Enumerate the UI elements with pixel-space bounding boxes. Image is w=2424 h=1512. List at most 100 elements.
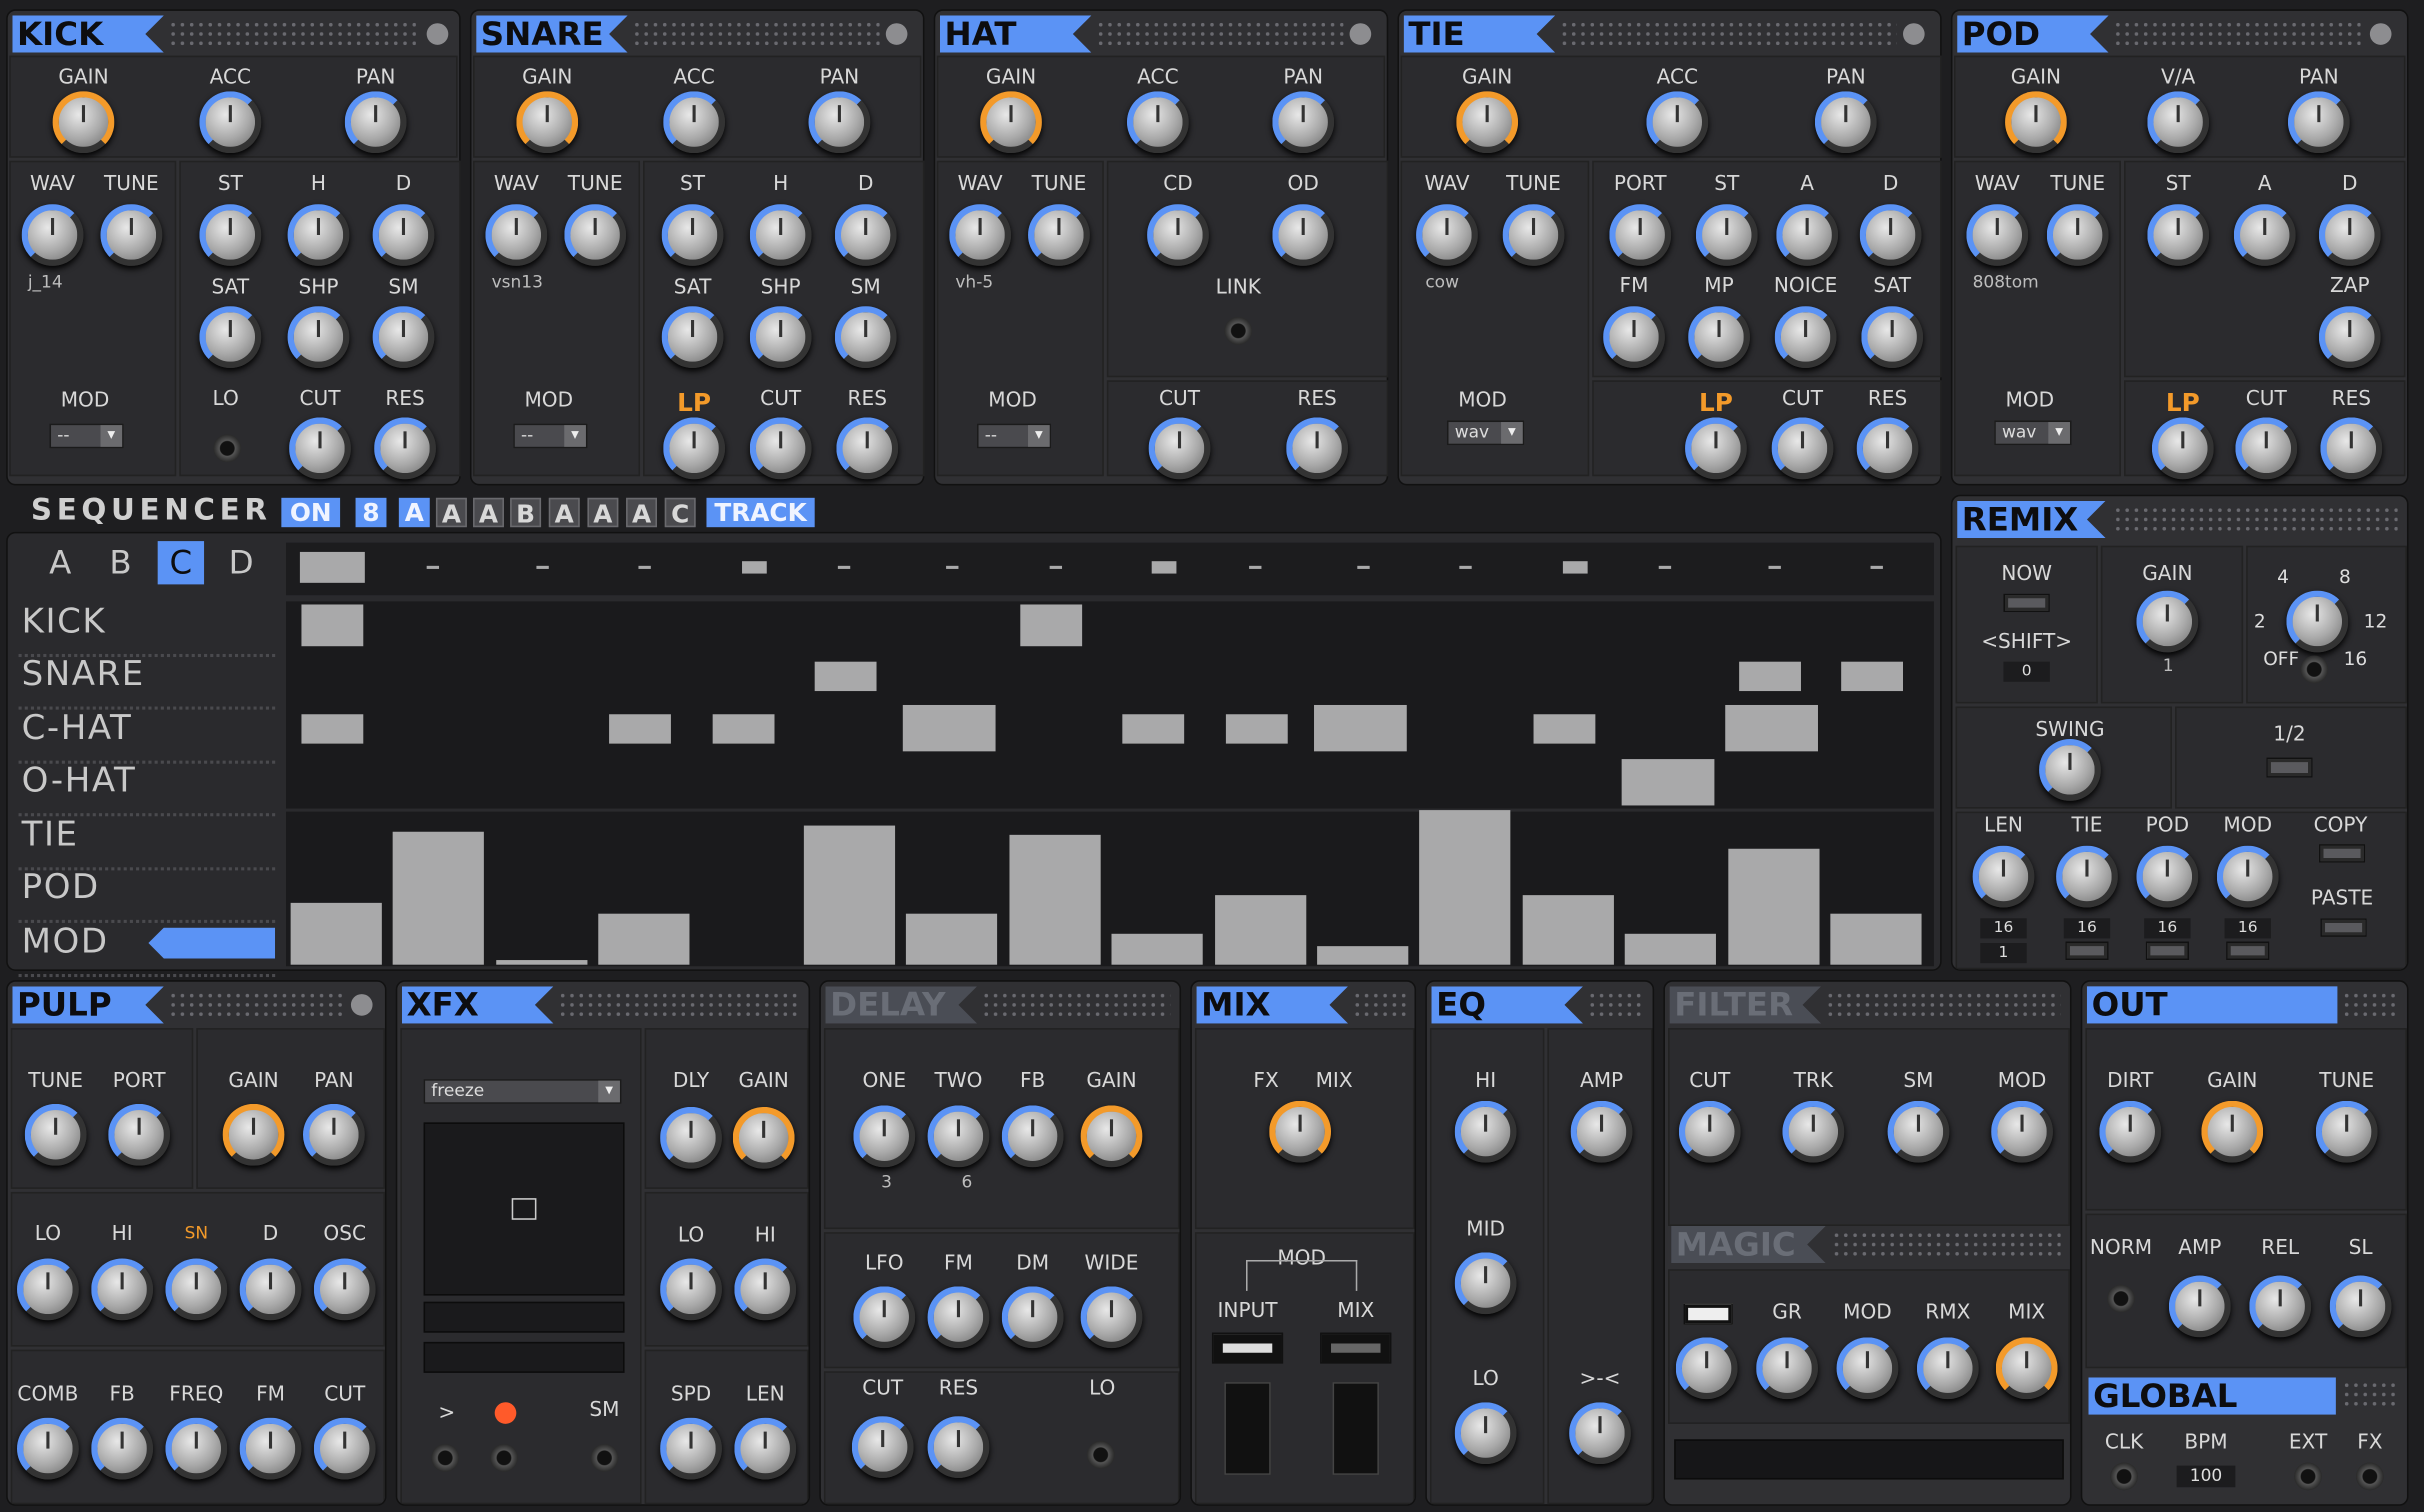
remix-len-sub[interactable]: 1 [1980,943,2027,964]
seq-chip-3[interactable]: A [435,497,467,529]
ruler-step-1[interactable] [427,565,440,569]
mix-input-button[interactable] [1211,1332,1284,1364]
pod-st-knob[interactable] [2147,204,2210,266]
ruler-step-6[interactable] [946,565,960,569]
snare-wav-knob[interactable] [485,204,548,266]
out-sl-knob[interactable] [2329,1275,2392,1338]
filter-sm-knob[interactable] [1887,1100,1950,1163]
snare-led[interactable] [885,23,908,45]
remix-div-knob[interactable] [2286,590,2349,653]
mod-bar-3[interactable] [598,914,690,965]
eq-amp-knob[interactable] [1570,1100,1633,1163]
out-gain-knob[interactable] [2201,1100,2264,1163]
delay-lo-jack[interactable] [1086,1440,1115,1469]
pulp-freq-knob[interactable] [165,1417,228,1480]
xfx-spd-knob[interactable] [660,1417,722,1480]
pod-tune-knob[interactable] [2046,204,2109,266]
ruler-step-13[interactable] [1659,565,1672,569]
pulp-fb-knob[interactable] [91,1417,154,1480]
pulp-led[interactable] [350,994,373,1016]
ruler-step-4[interactable] [741,561,767,574]
delay-grip[interactable] [981,990,1171,1019]
snare-sm-knob[interactable] [834,306,897,368]
remix-mod-value[interactable]: 16 [2224,918,2271,939]
ruler-step-5[interactable] [837,565,851,569]
snare-st-knob[interactable] [661,204,724,266]
filter-cut-knob[interactable] [1678,1100,1741,1163]
hat-gain-knob[interactable] [980,91,1042,154]
snare-step-5[interactable] [814,661,877,692]
mod-bar-10[interactable] [1317,946,1409,965]
kick-cut-knob[interactable] [289,417,351,480]
mod-bar-12[interactable] [1522,895,1614,965]
tie-sat-knob[interactable] [1861,306,1924,368]
kick-mod-select[interactable]: -- [49,423,124,449]
remix-mod-knob[interactable] [2216,845,2279,908]
xfx-rec-jack[interactable] [490,1443,518,1472]
eq-width-knob[interactable] [1569,1402,1631,1465]
remix-tie-knob[interactable] [2056,845,2118,908]
kick-lo-jack[interactable] [213,434,242,463]
tie-port-knob[interactable] [1609,204,1672,266]
pattern-d-button[interactable]: D [218,541,264,584]
mix-mix-knob[interactable] [1269,1100,1332,1163]
snare-res-knob[interactable] [836,417,899,480]
remix-half-button[interactable] [2266,757,2313,778]
remix-div-jack[interactable] [2300,655,2329,684]
mix-mix-button[interactable] [1320,1332,1392,1364]
remix-pod-value[interactable]: 16 [2144,918,2191,939]
delay-cut-knob[interactable] [851,1416,914,1478]
tie-pan-knob[interactable] [1814,91,1877,154]
pulp-comb-knob[interactable] [17,1417,79,1480]
remix-gain-knob[interactable] [2136,590,2199,653]
remix-mod-sub[interactable] [2226,941,2270,961]
hat-wav-knob[interactable] [949,204,1012,266]
remix-tie-value[interactable]: 16 [2063,918,2111,939]
tie-d-knob[interactable] [1859,204,1922,266]
remix-pod-knob[interactable] [2136,845,2199,908]
pulp-hi-knob[interactable] [91,1258,154,1321]
remix-copy-button[interactable] [2318,844,2366,863]
seq-chip-10[interactable]: TRACK [706,497,815,528]
out-dirt-knob[interactable] [2099,1100,2162,1163]
magic-grip[interactable] [1831,1230,2061,1259]
tie-tune-knob[interactable] [1502,204,1565,266]
mod-bar-7[interactable] [1009,834,1101,965]
pod-led[interactable] [2369,23,2392,45]
magic-main-knob[interactable] [1675,1337,1738,1400]
hat-tune-knob[interactable] [1028,204,1090,266]
magic-mod-knob[interactable] [1836,1337,1899,1400]
mod-bar-2[interactable] [495,959,588,965]
pod-gain-knob[interactable] [2005,91,2067,154]
kick-wav-knob[interactable] [21,204,84,266]
hat-res-knob[interactable] [1286,417,1349,480]
snare-sat-knob[interactable] [661,306,724,368]
hat-led[interactable] [1349,23,1372,45]
kick-sm-knob[interactable] [372,306,435,368]
ruler-step-10[interactable] [1357,565,1370,569]
chat-step-0[interactable] [301,714,364,744]
xfx-len-knob[interactable] [734,1417,797,1480]
hat-cut-knob[interactable] [1148,417,1211,480]
snare-tune-knob[interactable] [564,204,627,266]
magic-toggle[interactable] [1683,1303,1733,1325]
ruler-step-12[interactable] [1562,561,1588,574]
tie-a-knob[interactable] [1776,204,1839,266]
remix-paste-button[interactable] [2320,918,2367,937]
remix-len-knob[interactable] [1972,845,2035,908]
xfx-record-dot[interactable] [494,1402,517,1424]
pattern-a-button[interactable]: A [37,541,83,584]
pulp-d-knob[interactable] [239,1258,302,1321]
hat-mod-select[interactable]: -- [977,423,1052,449]
mod-bar-5[interactable] [803,825,896,965]
chat-step-8[interactable] [1122,714,1185,744]
magic-mix-knob[interactable] [1995,1337,2058,1400]
tie-gain-knob[interactable] [1456,91,1519,154]
magic-gr-knob[interactable] [1756,1337,1818,1400]
pulp-cut-knob[interactable] [313,1417,376,1480]
remix-tie-sub[interactable] [2065,941,2109,961]
kick-step-0[interactable] [301,604,364,647]
delay-one-knob[interactable] [853,1105,916,1168]
pulp-lo-knob[interactable] [17,1258,79,1321]
xfx-mode-select[interactable]: freeze [423,1079,622,1104]
